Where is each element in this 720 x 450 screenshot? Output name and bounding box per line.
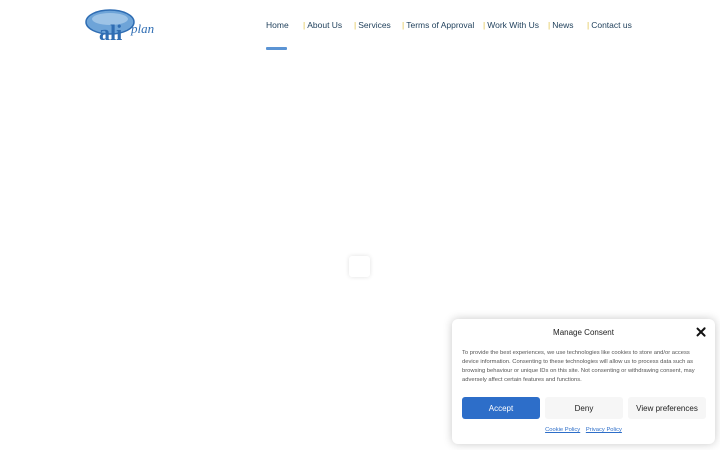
- nav-home-label: Home: [266, 20, 289, 30]
- consent-body: To provide the best experiences, we use …: [462, 350, 695, 383]
- nav-separator: |: [303, 20, 306, 30]
- nav-services[interactable]: | Services: [354, 19, 391, 31]
- nav-work-with-us[interactable]: | Work With Us: [483, 19, 539, 31]
- nav-separator: |: [402, 20, 405, 30]
- close-icon[interactable]: [695, 326, 707, 338]
- nav-separator: |: [548, 20, 551, 30]
- nav-services-label: Services: [358, 20, 391, 30]
- loading-spinner: [349, 256, 370, 277]
- nav-separator: |: [354, 20, 357, 30]
- view-preferences-button[interactable]: View preferences: [628, 397, 706, 419]
- nav-news-label: News: [552, 20, 574, 30]
- privacy-policy-link[interactable]: Privacy Policy: [586, 427, 622, 433]
- nav-terms-label: Terms of Approval: [406, 20, 475, 30]
- nav-about-us-label: About Us: [307, 20, 343, 30]
- nav-contact-label: Contact us: [591, 20, 632, 30]
- active-nav-indicator: [266, 47, 287, 50]
- nav-news[interactable]: | News: [548, 19, 573, 31]
- consent-links: Cookie Policy Privacy Policy: [452, 427, 715, 433]
- nav-home[interactable]: Home: [266, 19, 289, 31]
- consent-title: Manage Consent: [553, 328, 614, 337]
- nav-terms-of-approval[interactable]: | Terms of Approval: [402, 19, 474, 31]
- accept-button[interactable]: Accept: [462, 397, 540, 419]
- main-nav: Home | About Us | Services | Terms of Appro…: [0, 0, 720, 50]
- nav-contact-us[interactable]: | Contact us: [587, 19, 632, 31]
- deny-button[interactable]: Deny: [545, 397, 623, 419]
- cookie-policy-link[interactable]: Cookie Policy: [545, 427, 580, 433]
- nav-about-us[interactable]: | About Us: [303, 19, 342, 31]
- consent-dialog: Manage Consent To provide the best exper…: [452, 319, 715, 444]
- nav-separator: |: [587, 20, 590, 30]
- nav-work-label: Work With Us: [487, 20, 540, 30]
- nav-separator: |: [483, 20, 486, 30]
